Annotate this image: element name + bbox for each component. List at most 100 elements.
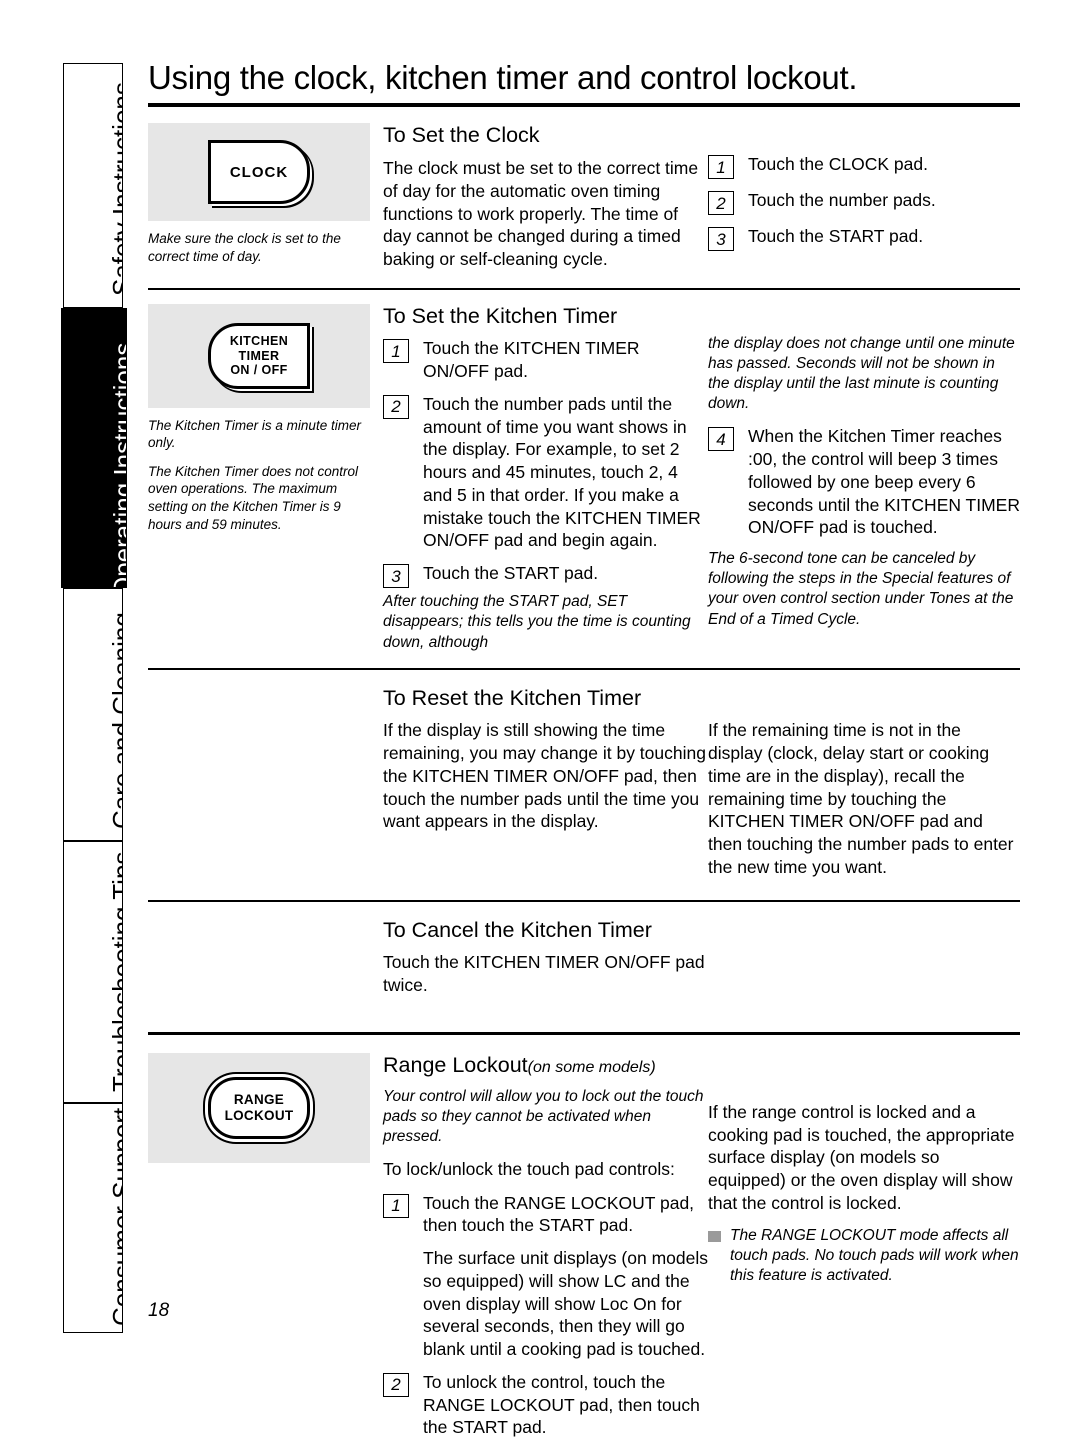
sidebar-tab-label: Operating Instructions — [108, 342, 127, 588]
square-bullet-icon — [708, 1230, 721, 1242]
range-lockout-bullet-note: The RANGE LOCKOUT mode affects all touch… — [708, 1226, 1020, 1286]
section-range-lockout: RANGE LOCKOUT Range Lockout(on some mode… — [148, 1052, 1020, 1449]
step-number: 1 — [708, 155, 734, 180]
range-lockout-right-text: If the range control is locked and a coo… — [708, 1101, 1015, 1213]
step-row: 3 Touch the START pad. — [383, 562, 708, 589]
reset-timer-right-column: If the remaining time is not in the disp… — [708, 719, 1020, 889]
kitchen-timer-note-tone: The 6-second tone can be canceled by fol… — [708, 550, 1014, 628]
kitchen-timer-pad-column: KITCHEN TIMER ON / OFF The Kitchen Timer… — [148, 303, 383, 664]
cancel-timer-text: Touch the KITCHEN TIMER ON/OFF pad twice… — [383, 952, 705, 996]
range-lockout-heading-main: Range Lockout — [383, 1052, 528, 1077]
section-set-the-clock: CLOCK Make sure the clock is set to the … — [148, 123, 1020, 290]
cancel-spacer-column — [148, 918, 383, 1008]
section-divider — [148, 667, 1020, 670]
sidebar-tab-label: Consumer Support — [107, 1107, 123, 1326]
step-number: 1 — [383, 1193, 409, 1218]
clock-pad-illustration: CLOCK — [148, 123, 370, 222]
step-number: 2 — [708, 191, 734, 216]
clock-body-text: The clock must be set to the correct tim… — [383, 158, 699, 270]
page-title: Using the clock, kitchen timer and contr… — [148, 59, 858, 96]
clock-heading: To Set the Clock — [383, 123, 540, 148]
step-row: 4 When the Kitchen Timer reaches :00, th… — [708, 425, 1020, 539]
step-text: To unlock the control, touch the RANGE L… — [423, 1371, 700, 1438]
range-lockout-intro: Your control will allow you to lock out … — [383, 1087, 704, 1145]
clock-pad-caption: Make sure the clock is set to the correc… — [148, 231, 341, 264]
range-lockout-pad-illustration: RANGE LOCKOUT — [148, 1052, 370, 1163]
kitchen-timer-note-after-start: After touching the START pad, SET disapp… — [383, 593, 691, 651]
kitchen-timer-pad-label-line2: TIMER — [238, 348, 280, 363]
step-number: 4 — [708, 427, 734, 452]
range-lockout-notes-column: If the range control is locked and a coo… — [708, 1053, 1020, 1449]
step-text: When the Kitchen Timer reaches :00, the … — [748, 426, 1020, 538]
range-lockout-pad-column: RANGE LOCKOUT — [148, 1052, 383, 1449]
step-number: 1 — [383, 339, 409, 364]
step-text: Touch the KITCHEN TIMER ON/OFF pad. — [423, 338, 640, 382]
step-text: Touch the CLOCK pad. — [748, 154, 928, 175]
kitchen-timer-caption-1: The Kitchen Timer is a minute timer only… — [148, 417, 361, 451]
step-text: Touch the START pad. — [748, 226, 924, 247]
range-lockout-heading-sub: (on some models) — [527, 1058, 656, 1076]
kitchen-timer-note-continued: the display does not change until one mi… — [708, 334, 1015, 413]
step-row: 2 To unlock the control, touch the RANGE… — [383, 1371, 708, 1439]
reset-timer-right-text: If the remaining time is not in the disp… — [708, 720, 1014, 877]
reset-timer-heading: To Reset the Kitchen Timer — [383, 685, 642, 710]
reset-spacer-column — [148, 686, 383, 890]
range-lockout-pad-label-line1: RANGE — [233, 1092, 285, 1108]
step-text: Touch the number pads. — [748, 190, 936, 211]
kitchen-timer-pad-label-line1: KITCHEN — [229, 334, 289, 349]
sidebar-tab-care-and-cleaning[interactable]: Care and Cleaning — [63, 588, 123, 841]
section-set-the-kitchen-timer: KITCHEN TIMER ON / OFF The Kitchen Timer… — [148, 303, 1020, 670]
step-row: 2 Touch the number pads until the amount… — [383, 393, 708, 552]
clock-steps-column: 1 Touch the CLOCK pad. 2 Touch the numbe… — [708, 123, 1020, 281]
step-number: 3 — [708, 227, 734, 252]
reset-timer-left-text: If the display is still showing the time… — [383, 720, 706, 832]
clock-pad-column: CLOCK Make sure the clock is set to the … — [148, 123, 383, 281]
kitchen-timer-caption-2: The Kitchen Timer does not control oven … — [148, 463, 358, 532]
step-text: The surface unit displays (on models so … — [423, 1248, 708, 1360]
section-divider — [148, 899, 1020, 902]
clock-body-column: To Set the Clock The clock must be set t… — [383, 123, 708, 281]
range-lockout-pad-button: RANGE LOCKOUT — [208, 1076, 310, 1139]
sidebar-tab-operating-instructions[interactable]: Operating Instructions — [61, 308, 127, 588]
page-content: Using the clock, kitchen timer and contr… — [148, 59, 1020, 1449]
range-lockout-bullet-text: The RANGE LOCKOUT mode affects all touch… — [730, 1226, 1019, 1284]
section-divider-thick — [148, 1031, 1020, 1035]
step-row: 1 Touch the CLOCK pad. — [708, 153, 1020, 180]
clock-pad-button: CLOCK — [208, 140, 310, 205]
step-number: 3 — [383, 564, 409, 589]
sidebar-tab-troubleshooting-tips[interactable]: Troubleshooting Tips — [63, 841, 123, 1103]
sidebar-tab-consumer-support[interactable]: Consumer Support — [63, 1103, 123, 1333]
kitchen-timer-pad-button: KITCHEN TIMER ON / OFF — [208, 322, 310, 389]
section-reset-the-kitchen-timer: To Reset the Kitchen Timer If the displa… — [148, 686, 1020, 902]
step-text: Touch the number pads until the amount o… — [423, 393, 701, 551]
step-number: 2 — [383, 1372, 409, 1397]
range-lockout-heading: Range Lockout(on some models) — [383, 1053, 708, 1078]
sidebar-tab-label: Troubleshooting Tips — [107, 851, 123, 1092]
cancel-timer-empty-column — [708, 918, 1020, 1008]
kitchen-timer-pad-illustration: KITCHEN TIMER ON / OFF — [148, 303, 370, 408]
kitchen-timer-pad-label-line3: ON / OFF — [230, 363, 288, 378]
step-number: 2 — [383, 394, 409, 419]
sidebar-tab-label: Care and Cleaning — [107, 612, 123, 829]
step-text: Touch the START pad. — [423, 563, 599, 584]
kitchen-timer-steps-column: To Set the Kitchen Timer 1 Touch the KIT… — [383, 304, 708, 664]
reset-timer-left-column: If the display is still showing the time… — [383, 719, 708, 889]
step-row: 2 Touch the number pads. — [708, 189, 1020, 216]
step-row: 1 Touch the KITCHEN TIMER ON/OFF pad. — [383, 337, 708, 383]
range-lockout-lead: To lock/unlock the touch pad controls: — [383, 1158, 675, 1179]
step-text: Touch the RANGE LOCKOUT pad, then touch … — [423, 1192, 695, 1236]
step-row-continuation: The surface unit displays (on models so … — [383, 1247, 708, 1361]
kitchen-timer-notes-column: the display does not change until one mi… — [708, 304, 1020, 664]
range-lockout-pad-label-line2: LOCKOUT — [224, 1107, 294, 1123]
cancel-timer-column: To Cancel the Kitchen Timer Touch the KI… — [383, 918, 708, 1008]
step-row: 1 Touch the RANGE LOCKOUT pad, then touc… — [383, 1192, 708, 1238]
step-row: 3 Touch the START pad. — [708, 225, 1020, 252]
sidebar-tab-safety-instructions[interactable]: Safety Instructions — [63, 63, 123, 308]
cancel-timer-heading: To Cancel the Kitchen Timer — [383, 917, 652, 942]
page-number: 18 — [148, 1300, 170, 1321]
range-lockout-steps-column: Range Lockout(on some models) Your contr… — [383, 1053, 708, 1449]
section-tabs-sidebar: Safety Instructions Operating Instructio… — [61, 63, 127, 1333]
title-rule — [148, 103, 1020, 108]
section-cancel-the-kitchen-timer: To Cancel the Kitchen Timer Touch the KI… — [148, 918, 1020, 1035]
section-divider — [148, 287, 1020, 290]
